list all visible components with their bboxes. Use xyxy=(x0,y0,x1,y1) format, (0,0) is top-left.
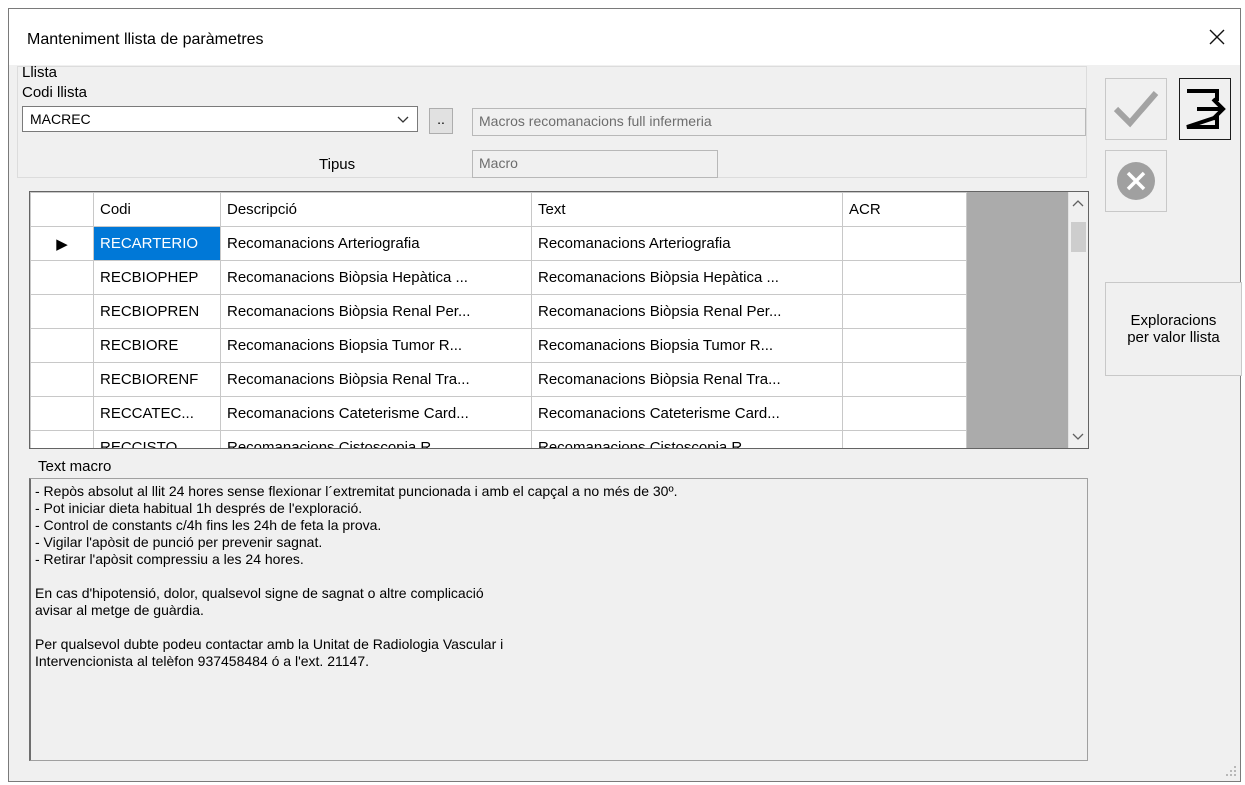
macro-line: Intervencionista al telèfon 937458484 ó … xyxy=(35,653,369,669)
cell-codi[interactable]: RECARTERIO xyxy=(93,226,221,261)
tipus-label: Tipus xyxy=(319,156,356,173)
cell-descripcio[interactable]: Recomanacions Biòpsia Hepàtica ... xyxy=(220,260,532,295)
cell-descripcio[interactable]: Recomanacions Biòpsia Renal Tra... xyxy=(220,362,532,397)
text-macro-label: Text macro xyxy=(38,458,112,475)
tipus-field: Macro xyxy=(472,150,718,178)
column-header-codi[interactable]: Codi xyxy=(93,192,221,227)
cell-descripcio[interactable]: Recomanacions Biopsia Tumor R... xyxy=(220,328,532,363)
macro-textarea[interactable]: - Repòs absolut al llit 24 hores sense f… xyxy=(29,478,1088,761)
codi-llista-value: MACREC xyxy=(30,111,91,127)
codi-llista-combo[interactable]: MACREC xyxy=(22,106,418,132)
macro-line: - Repòs absolut al llit 24 hores sense f… xyxy=(35,483,678,499)
cell-codi[interactable]: RECBIOPREN xyxy=(93,294,221,329)
codi-llista-label: Codi llista xyxy=(22,84,88,101)
table-row[interactable]: RECBIORENF Recomanacions Biòpsia Renal T… xyxy=(30,362,967,397)
cell-text[interactable]: Recomanacions Cateterisme Card... xyxy=(531,396,843,431)
accept-button[interactable] xyxy=(1105,78,1167,140)
check-icon xyxy=(1113,91,1159,128)
cell-text[interactable]: Recomanacions Biòpsia Renal Tra... xyxy=(531,362,843,397)
title-bar: Manteniment llista de paràmetres xyxy=(9,9,1240,65)
macro-line: - Pot iniciar dieta habitual 1h després … xyxy=(35,500,363,516)
row-header[interactable] xyxy=(30,396,94,431)
macro-line: avisar al metge de guàrdia. xyxy=(35,602,204,618)
cell-acr[interactable] xyxy=(842,294,967,329)
table-row[interactable]: RECBIOPHEP Recomanacions Biòpsia Hepàtic… xyxy=(30,260,967,295)
scroll-up-icon[interactable] xyxy=(1072,198,1084,208)
grid-header-row: Codi Descripció Text ACR xyxy=(30,192,967,227)
cell-descripcio[interactable]: Recomanacions Biòpsia Renal Per... xyxy=(220,294,532,329)
macro-line xyxy=(35,619,1083,636)
row-header[interactable] xyxy=(30,362,94,397)
cell-text[interactable]: Recomanacions Biòpsia Renal Per... xyxy=(531,294,843,329)
current-row-indicator-icon: ▶ xyxy=(30,226,94,261)
group-label: Llista xyxy=(22,64,58,81)
cancel-icon xyxy=(1117,162,1155,200)
macro-line xyxy=(35,568,1083,585)
cell-text[interactable]: Recomanacions Biòpsia Hepàtica ... xyxy=(531,260,843,295)
explore-button-line2: per valor llista xyxy=(1127,329,1220,346)
table-row[interactable]: RECCISTO... Recomanacions Cistoscopia R.… xyxy=(30,430,967,448)
exit-button[interactable] xyxy=(1179,78,1231,140)
row-header[interactable] xyxy=(30,294,94,329)
resize-grip-icon[interactable] xyxy=(1225,765,1237,777)
cell-codi[interactable]: RECBIOPHEP xyxy=(93,260,221,295)
grid-corner xyxy=(30,192,94,227)
explore-by-value-button[interactable]: Exploracions per valor llista xyxy=(1105,282,1242,376)
cell-acr[interactable] xyxy=(842,226,967,261)
cell-acr[interactable] xyxy=(842,396,967,431)
cell-text[interactable]: Recomanacions Cistoscopia R... xyxy=(531,430,843,448)
column-header-acr[interactable]: ACR xyxy=(842,192,967,227)
cell-descripcio[interactable]: Recomanacions Arteriografia xyxy=(220,226,532,261)
cell-codi[interactable]: RECBIORENF xyxy=(93,362,221,397)
cell-text[interactable]: Recomanacions Arteriografia xyxy=(531,226,843,261)
column-header-descripcio[interactable]: Descripció xyxy=(220,192,532,227)
close-button[interactable] xyxy=(1194,17,1240,57)
cell-text[interactable]: Recomanacions Biopsia Tumor R... xyxy=(531,328,843,363)
scroll-down-icon[interactable] xyxy=(1072,432,1084,442)
exit-icon xyxy=(1186,89,1226,129)
close-icon xyxy=(1209,29,1225,45)
macro-line: En cas d'hipotensió, dolor, qualsevol si… xyxy=(35,585,484,601)
grid-table: Codi Descripció Text ACR ▶ RECARTERIO Re… xyxy=(30,192,967,448)
cell-acr[interactable] xyxy=(842,430,967,448)
row-header[interactable] xyxy=(30,430,94,448)
column-header-text[interactable]: Text xyxy=(531,192,843,227)
cell-codi[interactable]: RECCATEC... xyxy=(93,396,221,431)
table-row[interactable]: RECBIORE Recomanacions Biopsia Tumor R..… xyxy=(30,328,967,363)
macro-line: Per qualsevol dubte podeu contactar amb … xyxy=(35,636,504,652)
table-row[interactable]: RECBIOPREN Recomanacions Biòpsia Renal P… xyxy=(30,294,967,329)
grid-vertical-scrollbar[interactable] xyxy=(1068,192,1088,448)
cell-descripcio[interactable]: Recomanacions Cateterisme Card... xyxy=(220,396,532,431)
cell-acr[interactable] xyxy=(842,328,967,363)
table-row[interactable]: ▶ RECARTERIO Recomanacions Arteriografia… xyxy=(30,226,967,261)
macro-line: - Retirar l'apòsit compressiu a les 24 h… xyxy=(35,551,304,567)
scrollbar-thumb[interactable] xyxy=(1071,222,1086,252)
table-row[interactable]: RECCATEC... Recomanacions Cateterisme Ca… xyxy=(30,396,967,431)
parameters-grid[interactable]: Codi Descripció Text ACR ▶ RECARTERIO Re… xyxy=(29,191,1089,449)
explore-button-line1: Exploracions xyxy=(1130,312,1217,329)
cell-acr[interactable] xyxy=(842,260,967,295)
chevron-down-icon[interactable] xyxy=(397,109,409,132)
description-field: Macros recomanacions full infermeria xyxy=(472,108,1086,136)
cell-acr[interactable] xyxy=(842,362,967,397)
window-title: Manteniment llista de paràmetres xyxy=(27,31,264,48)
browse-button[interactable]: .. xyxy=(429,108,453,134)
cell-descripcio[interactable]: Recomanacions Cistoscopia R... xyxy=(220,430,532,448)
row-header[interactable] xyxy=(30,260,94,295)
cell-codi[interactable]: RECBIORE xyxy=(93,328,221,363)
cell-codi[interactable]: RECCISTO... xyxy=(93,430,221,448)
macro-line: - Vigilar l'apòsit de punció per preveni… xyxy=(35,534,323,550)
macro-line: - Control de constants c/4h fins les 24h… xyxy=(35,517,382,533)
cancel-button[interactable] xyxy=(1105,150,1167,212)
row-header[interactable] xyxy=(30,328,94,363)
